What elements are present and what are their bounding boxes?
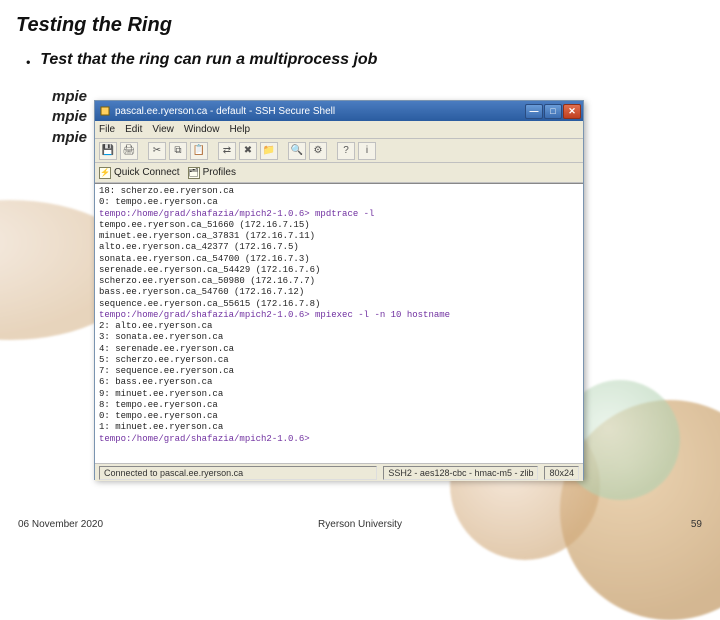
quick-connect-label: Quick Connect (114, 167, 180, 178)
terminal-output-line: 18: scherzo.ee.ryerson.ca (99, 186, 579, 197)
terminal-output-line: 9: minuet.ee.ryerson.ca (99, 389, 579, 400)
titlebar-text: pascal.ee.ryerson.ca - default - SSH Sec… (115, 106, 525, 117)
tool-settings-icon[interactable]: ⚙ (309, 142, 327, 160)
ssh-window: pascal.ee.ryerson.ca - default - SSH Sec… (94, 100, 584, 480)
titlebar[interactable]: pascal.ee.ryerson.ca - default - SSH Sec… (95, 101, 583, 121)
terminal-output-line: 8: tempo.ee.ryerson.ca (99, 400, 579, 411)
tool-folder-icon[interactable]: 📁 (260, 142, 278, 160)
menu-help[interactable]: Help (229, 124, 250, 135)
terminal-output-line: 6: bass.ee.ryerson.ca (99, 377, 579, 388)
tool-info-icon[interactable]: i (358, 142, 376, 160)
profiles-button[interactable]: 🗂 Profiles (188, 167, 236, 179)
bullet-row: • Test that the ring can run a multiproc… (26, 51, 700, 69)
terminal-output-line: alto.ee.ryerson.ca_42377 (172.16.7.5) (99, 242, 579, 253)
quickbar: ⚡ Quick Connect 🗂 Profiles (95, 163, 583, 183)
profiles-label: Profiles (203, 167, 236, 178)
tool-print-icon[interactable]: 🖨 (120, 142, 138, 160)
menu-window[interactable]: Window (184, 124, 220, 135)
terminal-output-line: 5: scherzo.ee.ryerson.ca (99, 355, 579, 366)
minimize-button[interactable]: — (525, 104, 543, 119)
maximize-button[interactable]: □ (544, 104, 562, 119)
slide-title: Testing the Ring (0, 0, 720, 45)
tool-disconnect-icon[interactable]: ✖ (239, 142, 257, 160)
terminal-prompt-line: tempo:/home/grad/shafazia/mpich2-1.0.6> (99, 434, 579, 445)
terminal-output-line: 1: minuet.ee.ryerson.ca (99, 422, 579, 433)
terminal-output-line: 2: alto.ee.ryerson.ca (99, 321, 579, 332)
tool-copy-icon[interactable]: ⧉ (169, 142, 187, 160)
terminal-output-line: sequence.ee.ryerson.ca_55615 (172.16.7.8… (99, 299, 579, 310)
tool-save-icon[interactable]: 💾 (99, 142, 117, 160)
terminal-output-line: tempo.ee.ryerson.ca_51660 (172.16.7.15) (99, 220, 579, 231)
terminal-output-line: 4: serenade.ee.ryerson.ca (99, 344, 579, 355)
quick-connect-icon: ⚡ (99, 167, 111, 179)
terminal-prompt-line: tempo:/home/grad/shafazia/mpich2-1.0.6> … (99, 209, 579, 220)
menu-file[interactable]: File (99, 124, 115, 135)
terminal-output-line: 0: tempo.ee.ryerson.ca (99, 411, 579, 422)
terminal-output-line: minuet.ee.ryerson.ca_37831 (172.16.7.11) (99, 231, 579, 242)
terminal-output-line: sonata.ee.ryerson.ca_54700 (172.16.7.3) (99, 254, 579, 265)
terminal-prompt-line: tempo:/home/grad/shafazia/mpich2-1.0.6> … (99, 310, 579, 321)
toolbar: 💾 🖨 ✂ ⧉ 📋 ⇄ ✖ 📁 🔍 ⚙ ? i (95, 139, 583, 163)
status-ssh: SSH2 - aes128-cbc - hmac-m5 - zlib (383, 466, 538, 480)
close-button[interactable]: ✕ (563, 104, 581, 119)
profiles-icon: 🗂 (188, 167, 200, 179)
menu-edit[interactable]: Edit (125, 124, 142, 135)
status-connected: Connected to pascal.ee.ryerson.ca (99, 466, 377, 480)
footer-date: 06 November 2020 (18, 519, 103, 530)
terminal-output-line: 7: sequence.ee.ryerson.ca (99, 366, 579, 377)
tool-paste-icon[interactable]: 📋 (190, 142, 208, 160)
terminal-output-line: scherzo.ee.ryerson.ca_50980 (172.16.7.7) (99, 276, 579, 287)
statusbar: Connected to pascal.ee.ryerson.ca SSH2 -… (95, 463, 583, 481)
tool-connect-icon[interactable]: ⇄ (218, 142, 236, 160)
app-icon (99, 105, 111, 117)
terminal-output-line: 0: tempo.ee.ryerson.ca (99, 197, 579, 208)
terminal-output[interactable]: 18: scherzo.ee.ryerson.ca0: tempo.ee.rye… (95, 183, 583, 463)
status-size: 80x24 (544, 466, 579, 480)
tool-cut-icon[interactable]: ✂ (148, 142, 166, 160)
footer: 06 November 2020 Ryerson University 59 (0, 519, 720, 530)
menubar: File Edit View Window Help (95, 121, 583, 139)
bullet-text: Test that the ring can run a multiproces… (40, 51, 377, 69)
bullet-dot-icon: • (26, 51, 30, 69)
quick-connect-button[interactable]: ⚡ Quick Connect (99, 167, 180, 179)
terminal-output-line: 3: sonata.ee.ryerson.ca (99, 332, 579, 343)
footer-pagenum: 59 (691, 519, 702, 530)
menu-view[interactable]: View (152, 124, 174, 135)
footer-org: Ryerson University (318, 519, 402, 530)
terminal-output-line: serenade.ee.ryerson.ca_54429 (172.16.7.6… (99, 265, 579, 276)
tool-find-icon[interactable]: 🔍 (288, 142, 306, 160)
tool-help-icon[interactable]: ? (337, 142, 355, 160)
terminal-output-line: bass.ee.ryerson.ca_54760 (172.16.7.12) (99, 287, 579, 298)
